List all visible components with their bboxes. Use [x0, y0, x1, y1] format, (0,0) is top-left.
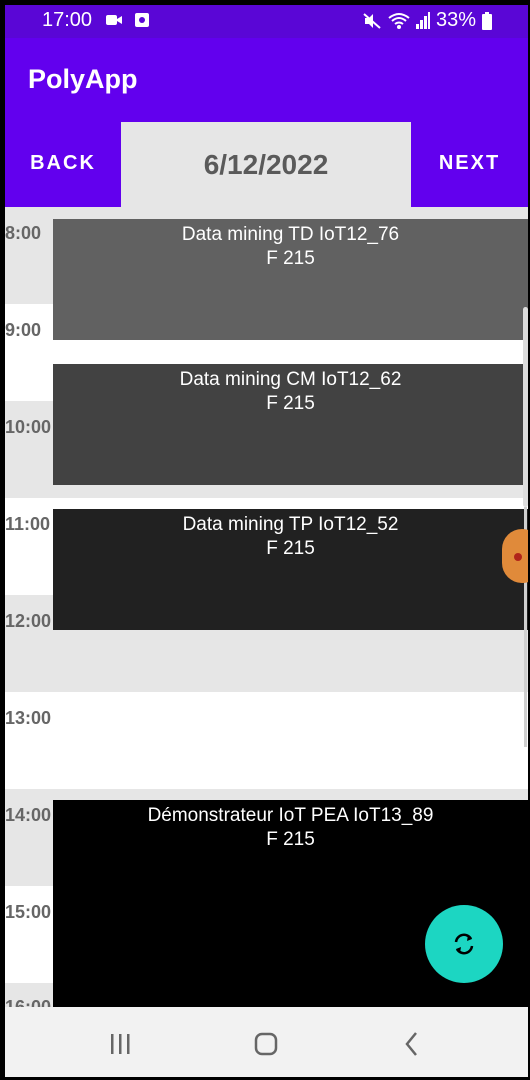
battery-icon [482, 11, 492, 30]
app-bar: PolyApp [5, 38, 528, 120]
event-title: Data mining TP IoT12_52 [182, 514, 399, 535]
event-card[interactable]: Data mining CM IoT12_62 F 215 [53, 364, 528, 485]
day-schedule[interactable]: 8:00 9:00 10:00 11:00 12:00 13:00 14:00 … [5, 207, 528, 1007]
hour-label: 16:00 [5, 997, 52, 1007]
event-card[interactable]: Data mining TD IoT12_76 F 215 [53, 219, 528, 340]
hour-label: 12:00 [5, 611, 52, 631]
status-bar: 17:00 33% [5, 5, 528, 38]
hour-label: 10:00 [5, 417, 52, 437]
event-title: Démonstrateur IoT PEA IoT13_89 [147, 805, 434, 826]
bubble-dot [514, 553, 522, 561]
date-navigation: BACK 6/12/2022 NEXT [5, 120, 528, 207]
app-title: PolyApp [28, 64, 138, 94]
app-screen: 17:00 33% PolyApp BACK 6/12/2022 NEXT 8:… [5, 5, 528, 1077]
home-icon[interactable] [251, 1029, 281, 1059]
current-date: 6/12/2022 [121, 122, 411, 207]
mute-icon [363, 12, 381, 29]
event-room: F 215 [266, 393, 315, 414]
status-right-group: 33% [362, 9, 492, 32]
hour-label: 13:00 [5, 708, 52, 728]
back-icon[interactable] [397, 1029, 427, 1059]
hour-label: 14:00 [5, 805, 52, 825]
screen-record-icon [135, 13, 149, 27]
status-time: 17:00 [42, 9, 93, 31]
hour-row [5, 692, 528, 789]
event-title: Data mining TD IoT12_76 [181, 224, 400, 245]
next-button[interactable]: NEXT [411, 120, 528, 207]
scrollbar-thumb[interactable] [523, 307, 528, 507]
video-icon [106, 15, 122, 25]
refresh-icon [454, 933, 474, 955]
event-room: F 215 [266, 829, 315, 850]
system-nav-bar [5, 1007, 528, 1077]
battery-percent: 33% [435, 9, 476, 31]
hour-label: 9:00 [5, 320, 42, 340]
signal-icon [415, 11, 430, 29]
refresh-button[interactable] [425, 905, 503, 983]
event-room: F 215 [266, 538, 315, 559]
hour-label: 8:00 [5, 223, 42, 243]
event-room: F 215 [266, 248, 315, 269]
wifi-icon [388, 12, 410, 29]
floating-bubble[interactable] [502, 529, 528, 583]
event-title: Data mining CM IoT12_62 [179, 369, 402, 390]
back-button[interactable]: BACK [5, 120, 121, 207]
recent-apps-icon[interactable] [105, 1029, 135, 1059]
event-card[interactable]: Data mining TP IoT12_52 F 215 [53, 509, 528, 630]
hour-label: 11:00 [5, 514, 51, 534]
hour-label: 15:00 [5, 902, 52, 922]
